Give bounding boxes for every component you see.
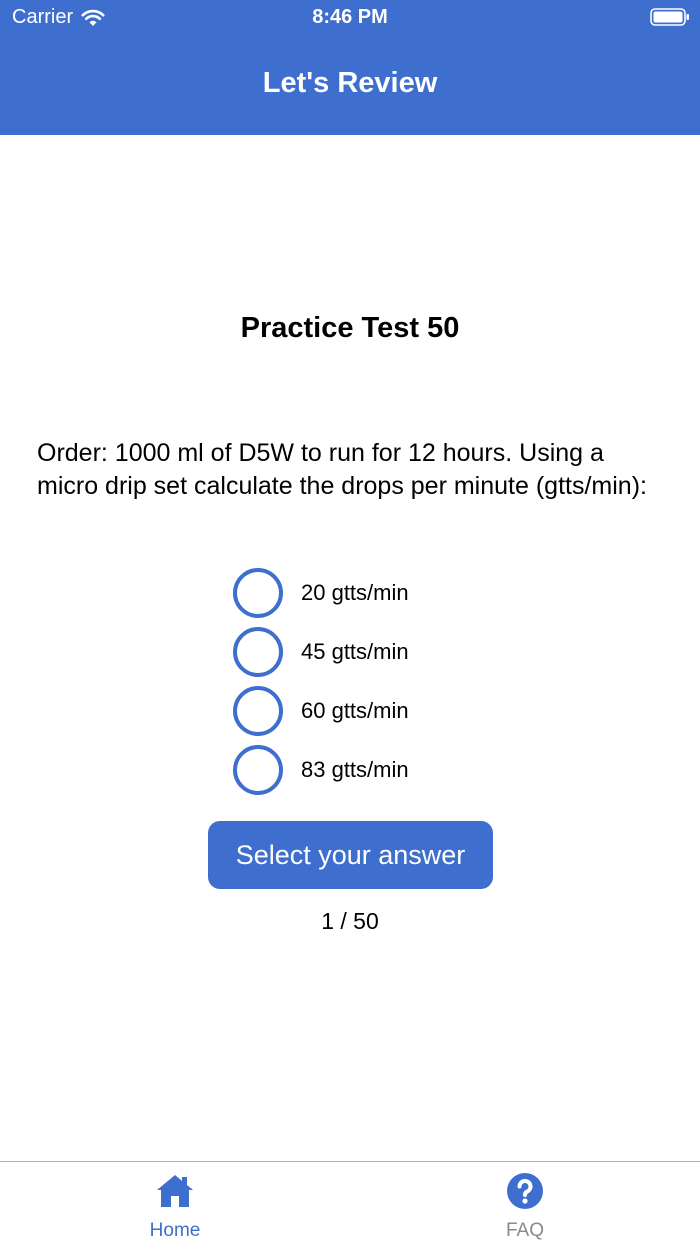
battery-icon [650,8,689,26]
select-answer-button[interactable]: Select your answer [208,821,493,889]
test-title: Practice Test 50 [240,312,460,344]
question-progress: 1 / 50 [321,908,379,934]
radio-button[interactable] [233,627,283,677]
answer-option[interactable]: 60 gtts/min [233,686,533,736]
nav-title: Let's Review [262,67,438,99]
home-icon [157,1175,193,1207]
status-time: 8:46 PM [312,6,388,28]
app-header: Carrier 8:46 PM Let's Review [0,0,700,135]
tab-home[interactable]: Home [0,1162,350,1245]
radio-button[interactable] [233,686,283,736]
question-circle-icon [507,1173,543,1209]
radio-button[interactable] [233,745,283,795]
answer-option[interactable]: 45 gtts/min [233,627,533,677]
tab-home-label: Home [149,1220,201,1241]
answer-option[interactable]: 83 gtts/min [233,745,533,795]
answer-option-label: 45 gtts/min [301,639,409,664]
answer-option-label: 60 gtts/min [301,698,409,723]
status-bar: Carrier 8:46 PM [0,0,700,40]
tab-faq[interactable]: FAQ [350,1162,700,1245]
answer-option[interactable]: 20 gtts/min [233,568,533,618]
answer-options: 20 gtts/min 45 gtts/min 60 gtts/min 83 g… [233,568,533,804]
tab-bar: Home FAQ [0,1161,700,1244]
tab-faq-label: FAQ [505,1220,544,1241]
radio-button[interactable] [233,568,283,618]
answer-option-label: 20 gtts/min [301,580,409,605]
question-text: Order: 1000 ml of D5W to run for 12 hour… [37,439,647,500]
answer-option-label: 83 gtts/min [301,757,409,782]
